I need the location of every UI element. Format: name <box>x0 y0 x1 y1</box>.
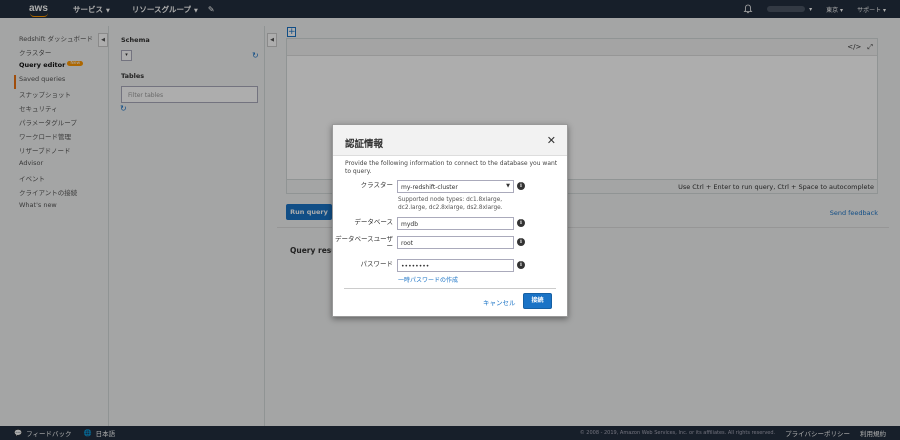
database-label: データベース <box>354 218 393 226</box>
credentials-modal: 認証情報 ✕ Provide the following information… <box>332 124 568 317</box>
cluster-label: クラスター <box>360 181 393 189</box>
info-icon[interactable]: i <box>517 238 525 246</box>
cluster-hint: Supported node types: dc1.8xlarge, dc2.l… <box>398 197 503 211</box>
connect-button[interactable]: 接続 <box>523 293 552 309</box>
close-icon[interactable]: ✕ <box>547 134 556 147</box>
password-input[interactable]: •••••••• <box>397 259 514 272</box>
db-user-input[interactable]: root <box>397 236 514 249</box>
info-icon[interactable]: i <box>517 261 525 269</box>
cluster-select-value: my-redshift-cluster <box>401 184 458 191</box>
modal-divider <box>344 288 556 289</box>
password-label: パスワード <box>360 260 394 268</box>
temp-password-link[interactable]: 一時パスワードの作成 <box>398 275 458 284</box>
info-icon[interactable]: i <box>517 219 525 227</box>
cancel-button[interactable]: キャンセル <box>483 297 516 307</box>
modal-title: 認証情報 <box>345 139 384 150</box>
info-icon[interactable]: i <box>517 182 525 190</box>
cluster-select[interactable]: my-redshift-cluster ▼ <box>397 180 514 193</box>
modal-header: 認証情報 ✕ <box>333 125 567 156</box>
database-input[interactable]: mydb <box>397 217 514 230</box>
db-user-label: データベースユーザー <box>334 235 393 250</box>
chevron-down-icon: ▼ <box>506 183 510 189</box>
modal-description: Provide the following information to con… <box>345 160 558 175</box>
